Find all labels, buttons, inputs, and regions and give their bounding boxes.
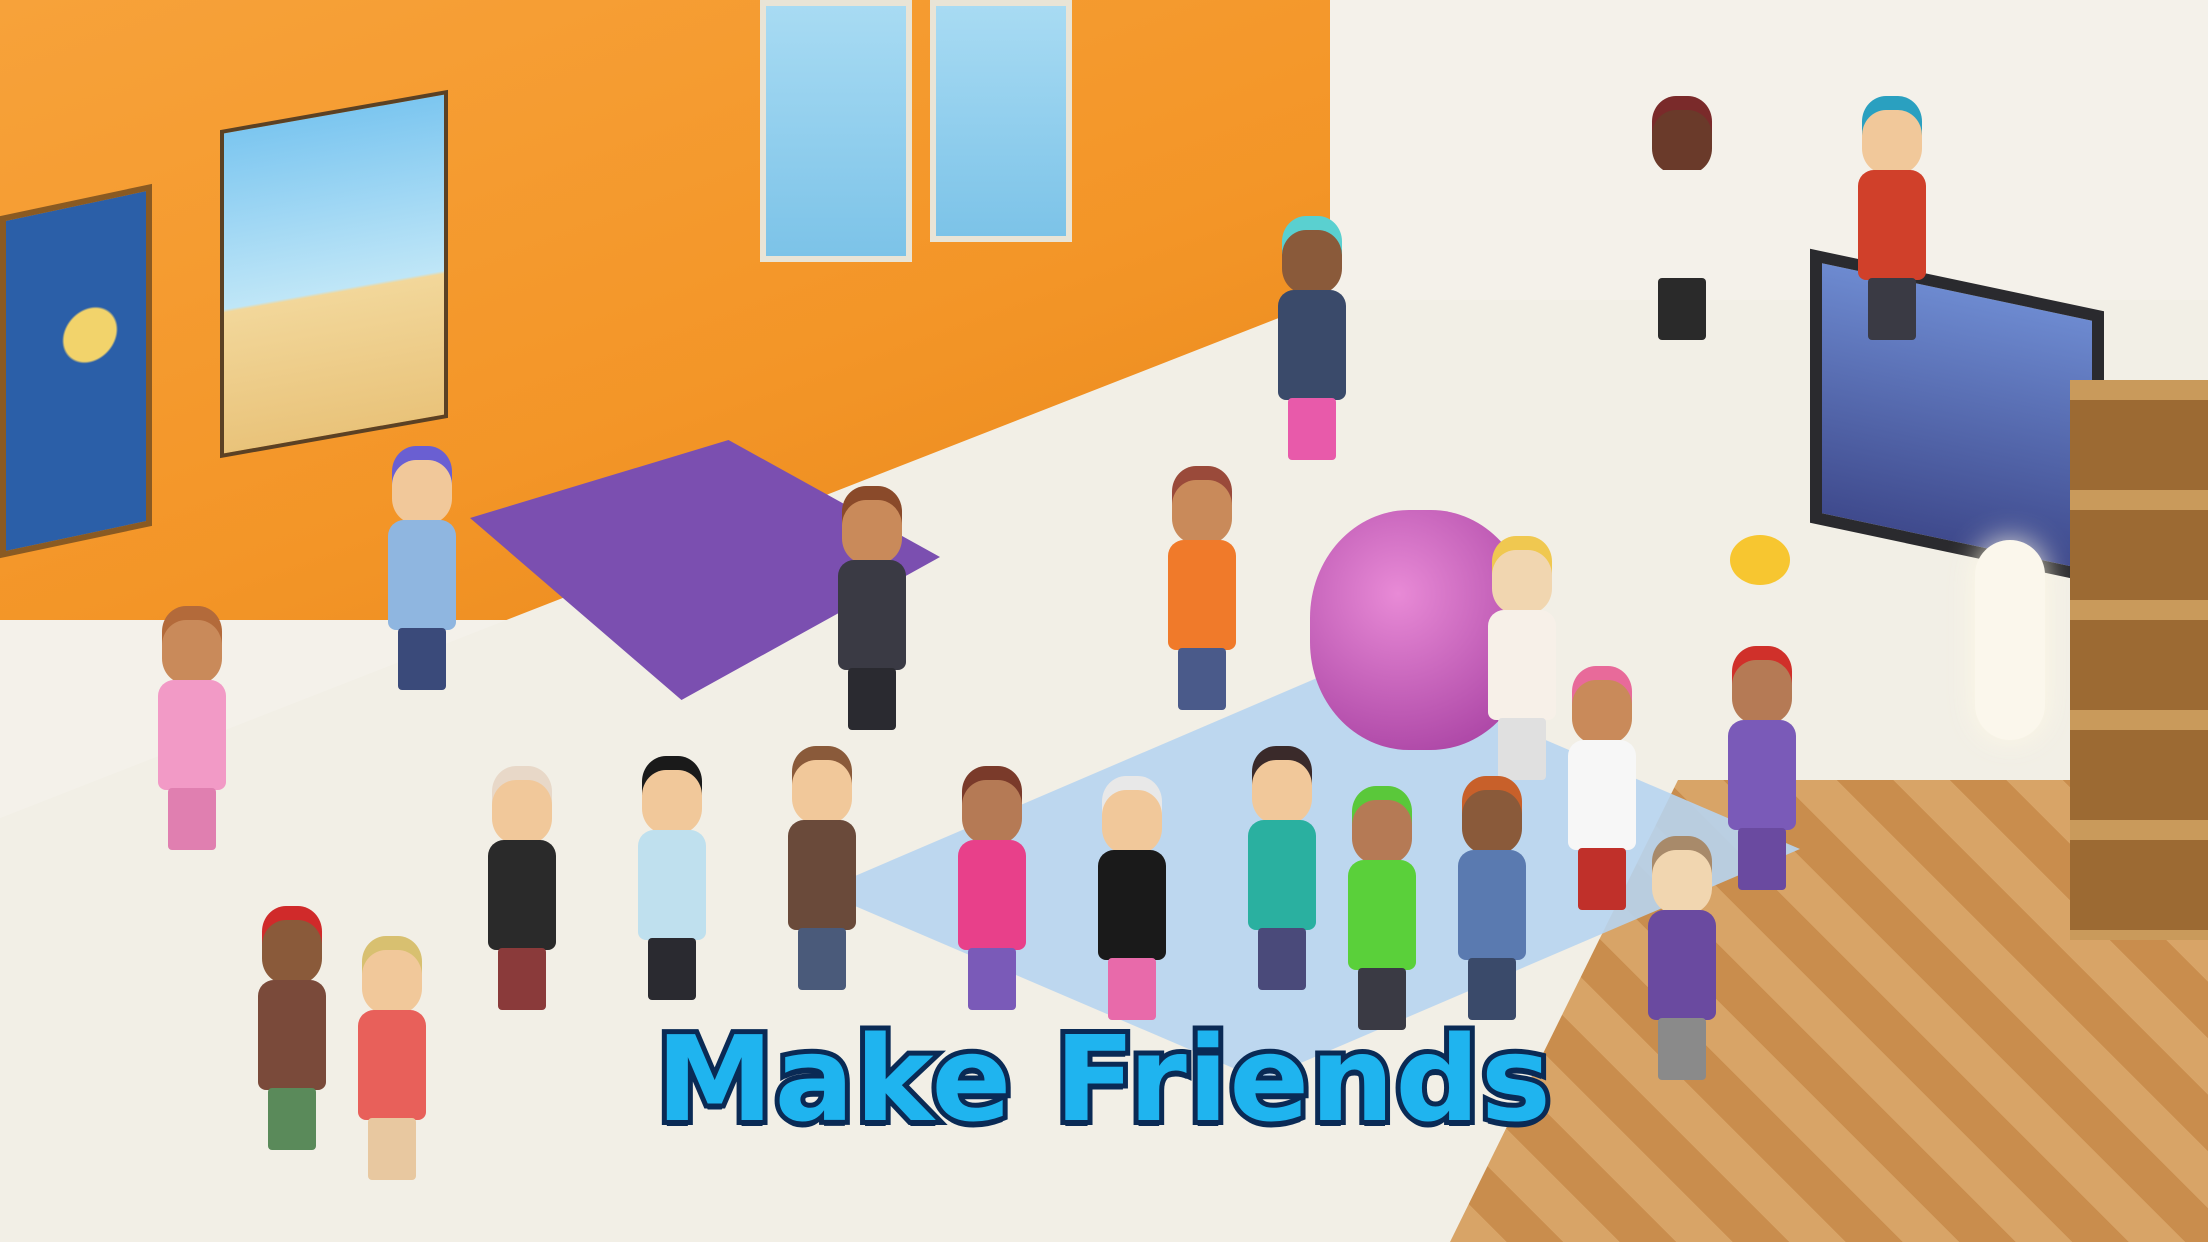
avatar[interactable] — [1340, 800, 1424, 1030]
bookshelf-icon — [2070, 380, 2208, 940]
avatar[interactable] — [150, 620, 234, 850]
avatar[interactable] — [1240, 760, 1324, 990]
avatar[interactable] — [1090, 790, 1174, 1020]
avatar[interactable] — [1560, 680, 1644, 910]
avatar[interactable] — [830, 500, 914, 730]
lamp-icon — [1975, 540, 2045, 740]
avatar[interactable] — [1850, 110, 1934, 340]
avatar[interactable] — [1720, 660, 1804, 890]
banner-title: Make Friends — [651, 1005, 1556, 1153]
avatar[interactable] — [950, 780, 1034, 1010]
avatar[interactable] — [630, 770, 714, 1000]
avatar[interactable] — [1640, 110, 1724, 340]
window-left — [760, 0, 912, 262]
avatar[interactable] — [380, 460, 464, 690]
avatar[interactable] — [1160, 480, 1244, 710]
game-scene: Make Friends — [0, 0, 2208, 1242]
painting-icon — [0, 183, 152, 559]
avatar[interactable] — [1270, 230, 1354, 460]
avatar[interactable] — [1450, 790, 1534, 1020]
window-right — [930, 0, 1072, 242]
avatar[interactable] — [480, 780, 564, 1010]
avatar[interactable] — [1480, 550, 1564, 780]
rubber-duck-icon — [1730, 535, 1790, 585]
poster-icon — [220, 89, 448, 459]
avatar[interactable] — [780, 760, 864, 990]
